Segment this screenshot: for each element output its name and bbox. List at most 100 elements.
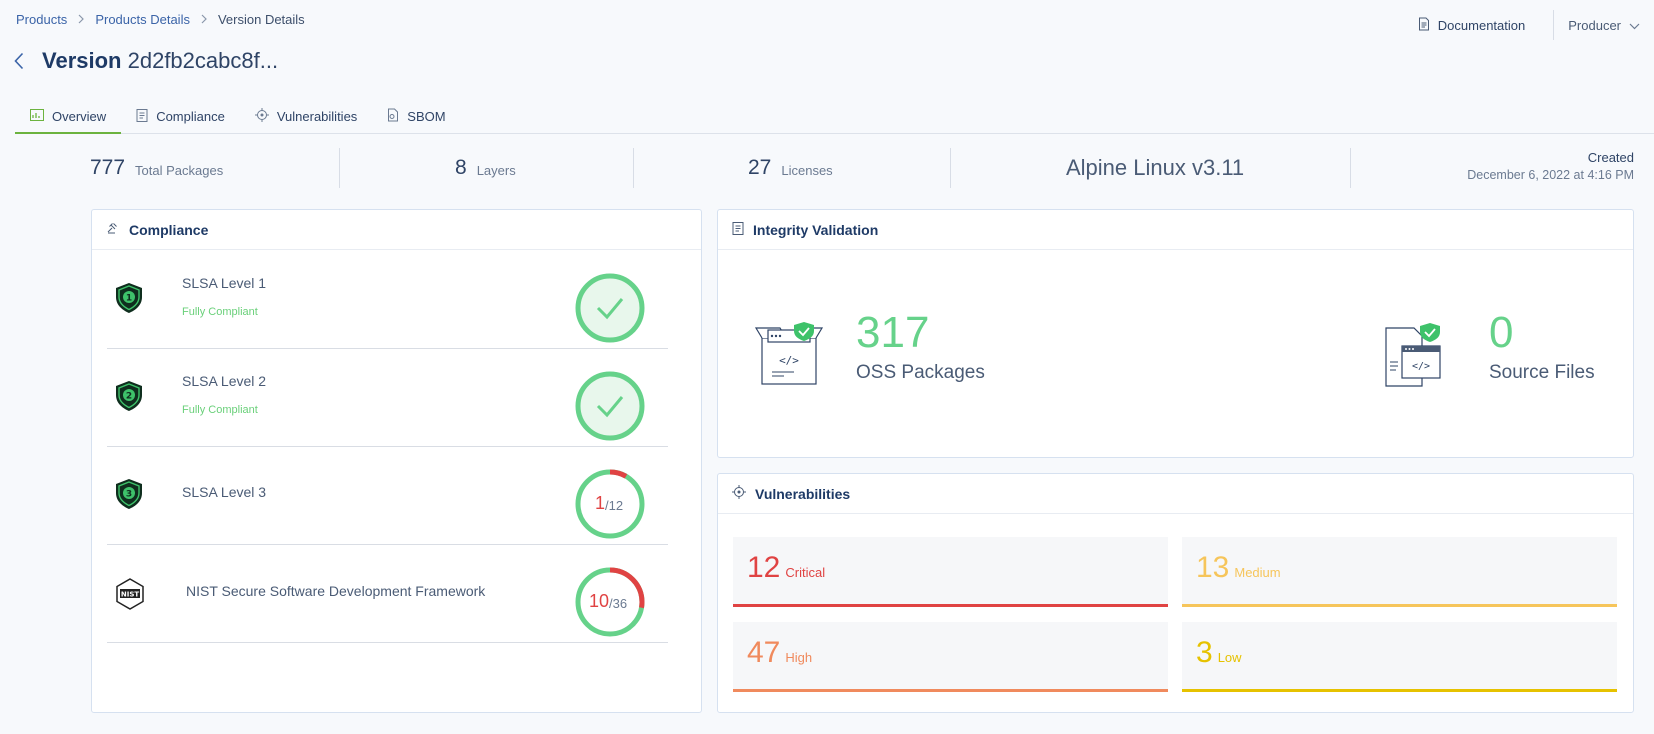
- svg-text:</>: </>: [779, 354, 799, 367]
- compliance-row-slsa-1[interactable]: 1 SLSA Level 1 Fully Compliant: [107, 251, 668, 349]
- header-actions: Documentation Producer: [1418, 10, 1640, 40]
- low-bar: [1182, 689, 1617, 692]
- compliance-progress-ring: 10 /36: [575, 567, 645, 637]
- vulnerabilities-panel-header: Vulnerabilities: [718, 474, 1633, 514]
- compliance-row-nist[interactable]: NIST NIST Secure Software Development Fr…: [107, 545, 668, 643]
- tab-overview[interactable]: Overview: [15, 100, 122, 134]
- passed-count: 10: [589, 591, 609, 611]
- slsa-level-2-badge-icon: 2: [113, 379, 145, 418]
- role-label: Producer: [1568, 17, 1621, 33]
- role-dropdown[interactable]: Producer: [1568, 18, 1640, 33]
- stat-divider: [950, 148, 951, 188]
- page-title: Version 2d2fb2cabc8f...: [42, 48, 278, 74]
- sbom-icon: [387, 108, 399, 125]
- vulnerabilities-panel: Vulnerabilities 12 Critical 13 Medium 47 Hi…: [717, 473, 1634, 713]
- stat-os: Alpine Linux v3.11: [1066, 148, 1244, 188]
- tab-compliance-label: Compliance: [156, 109, 225, 124]
- title-prefix: Version: [42, 48, 122, 73]
- tab-vulnerabilities[interactable]: Vulnerabilities: [240, 100, 372, 133]
- breadcrumb-products[interactable]: Products: [16, 12, 67, 27]
- low-count: 3: [1196, 636, 1213, 669]
- total-packages-label: Total Packages: [135, 163, 224, 178]
- version-hash: 2d2fb2cabc8f...: [127, 48, 279, 73]
- back-arrow-icon[interactable]: [14, 51, 28, 71]
- vuln-critical-card[interactable]: 12 Critical: [733, 537, 1168, 607]
- high-bar: [733, 689, 1168, 692]
- layers-value: 8: [455, 156, 467, 179]
- stat-divider: [1350, 148, 1351, 188]
- vuln-low-card[interactable]: 3 Low: [1182, 622, 1617, 692]
- compliance-progress-ring: 1 /12: [575, 469, 645, 539]
- source-files-label: Source Files: [1489, 362, 1595, 383]
- document-icon: [1418, 17, 1430, 34]
- svg-text:</>: </>: [1412, 361, 1430, 372]
- passed-count: 1: [595, 493, 605, 513]
- chevron-right-icon: [77, 13, 85, 27]
- stat-created: Created December 6, 2022 at 4:16 PM: [1467, 150, 1634, 182]
- low-label: Low: [1217, 650, 1242, 665]
- stat-divider: [339, 148, 340, 188]
- created-date: December 6, 2022 at 4:16 PM: [1467, 168, 1634, 182]
- source-files-count: 0: [1489, 308, 1514, 357]
- total-count: /12: [605, 498, 623, 513]
- os-name: Alpine Linux v3.11: [1066, 155, 1245, 180]
- svg-text:3: 3: [126, 490, 132, 500]
- licenses-label: Licenses: [781, 163, 833, 178]
- breadcrumb-current: Version Details: [217, 12, 305, 27]
- page-header: Version 2d2fb2cabc8f...: [14, 48, 278, 74]
- compliance-panel-title: Compliance: [129, 221, 209, 238]
- source-files-illustration-icon: </>: [1384, 322, 1444, 393]
- tab-vulnerabilities-label: Vulnerabilities: [276, 109, 358, 124]
- integrity-panel-title: Integrity Validation: [753, 221, 879, 238]
- stat-layers: 8 Layers: [455, 148, 516, 188]
- vuln-medium-card[interactable]: 13 Medium: [1182, 537, 1617, 607]
- breadcrumb: Products Products Details Version Detail…: [16, 12, 305, 27]
- chevron-right-icon: [200, 13, 208, 27]
- compliance-row-slsa-3[interactable]: 3 SLSA Level 3 1 /12: [107, 447, 668, 545]
- clipboard-icon: [136, 108, 148, 125]
- medium-count: 13: [1196, 551, 1230, 584]
- compliance-item-name: SLSA Level 3: [182, 484, 267, 500]
- tab-compliance[interactable]: Compliance: [121, 100, 240, 133]
- compliance-panel: Compliance 1 SLSA Level 1 Fully Complian…: [91, 209, 702, 713]
- stat-total-packages: 777 Total Packages: [90, 148, 223, 188]
- tab-sbom-label: SBOM: [407, 109, 446, 124]
- tab-sbom[interactable]: SBOM: [372, 100, 460, 133]
- high-label: High: [785, 650, 813, 665]
- gavel-icon: [106, 221, 120, 238]
- critical-count: 12: [747, 551, 781, 584]
- critical-bar: [733, 604, 1168, 607]
- stat-divider: [633, 148, 634, 188]
- total-count: /36: [609, 596, 627, 611]
- svg-text:NIST: NIST: [121, 591, 140, 599]
- licenses-value: 27: [748, 156, 772, 179]
- high-count: 47: [747, 636, 781, 669]
- medium-bar: [1182, 604, 1617, 607]
- vuln-high-card[interactable]: 47 High: [733, 622, 1168, 692]
- created-label: Created: [1587, 150, 1634, 165]
- oss-packages-stat: 317 OSS Packages: [856, 308, 985, 384]
- breadcrumb-products-details[interactable]: Products Details: [95, 12, 190, 27]
- compliance-panel-header: Compliance: [92, 210, 701, 250]
- crosshair-icon: [254, 108, 269, 125]
- tab-overview-label: Overview: [52, 108, 107, 124]
- compliance-item-name: SLSA Level 2: [182, 373, 267, 389]
- compliance-progress-ring: [575, 273, 645, 343]
- medium-label: Medium: [1234, 565, 1281, 580]
- oss-packages-count: 317: [856, 308, 930, 357]
- oss-packages-illustration-icon: </>: [754, 320, 824, 393]
- compliance-progress-ring: [575, 371, 645, 441]
- source-files-stat: 0 Source Files: [1489, 308, 1595, 384]
- top-bar: Products Products Details Version Detail…: [0, 0, 1654, 40]
- compliance-item-name: NIST Secure Software Development Framewo…: [186, 583, 486, 599]
- slsa-level-1-badge-icon: 1: [113, 281, 145, 320]
- critical-label: Critical: [785, 565, 826, 580]
- compliance-row-slsa-2[interactable]: 2 SLSA Level 2 Fully Compliant: [107, 349, 668, 447]
- nist-badge-icon: NIST: [115, 578, 145, 615]
- compliance-item-name: SLSA Level 1: [182, 275, 267, 291]
- svg-text:2: 2: [126, 392, 132, 402]
- clipboard-icon: [732, 221, 744, 238]
- crosshair-icon: [732, 485, 746, 502]
- documentation-button[interactable]: Documentation: [1418, 15, 1537, 36]
- documentation-label: Documentation: [1437, 17, 1526, 33]
